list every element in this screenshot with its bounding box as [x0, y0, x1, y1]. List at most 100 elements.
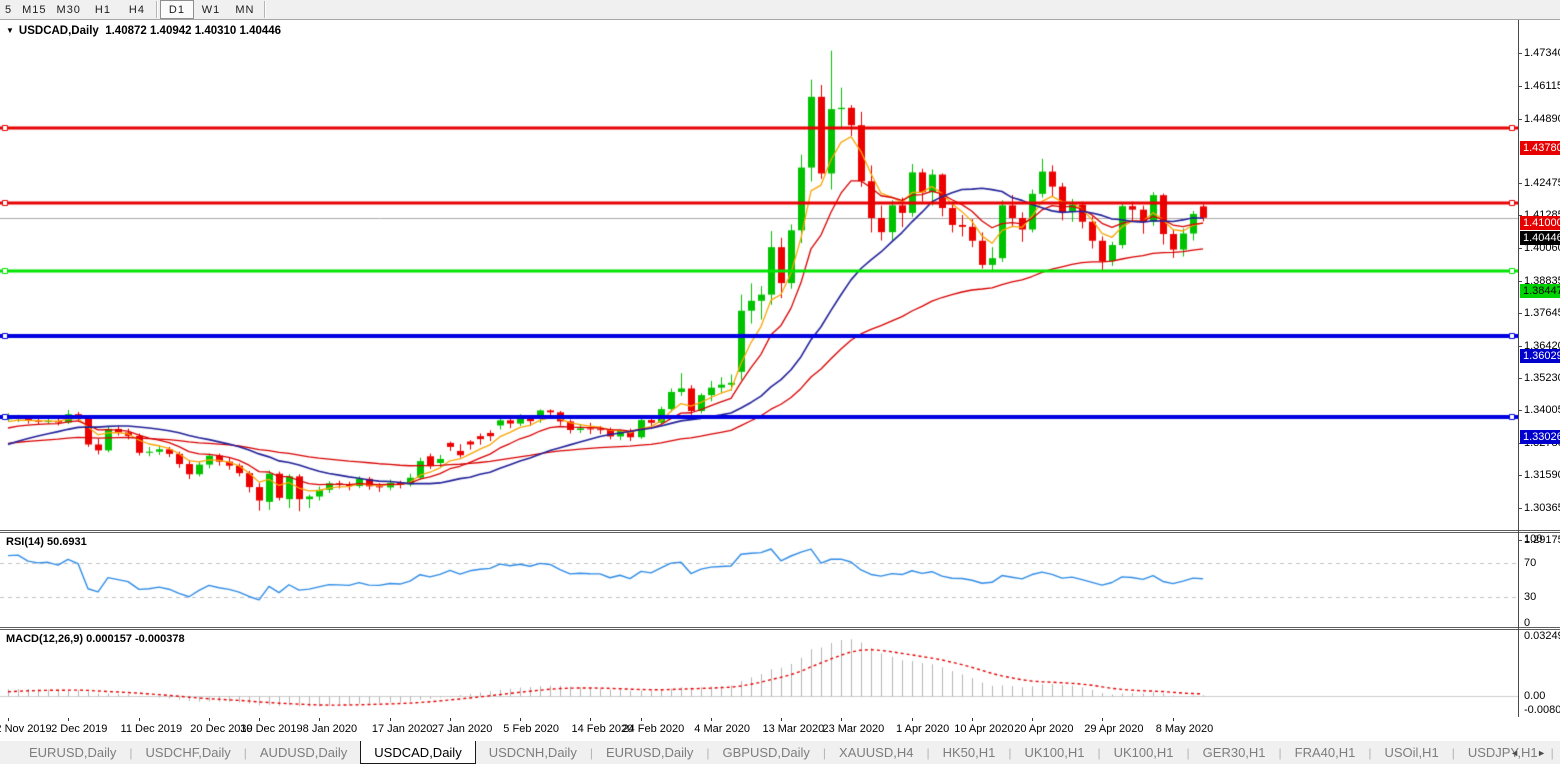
price-tick [1518, 540, 1522, 541]
date-tick [1173, 718, 1174, 721]
timeframe-toolbar: 5M15M30H1H4 D1W1MN [0, 0, 1560, 20]
price-tick [1518, 119, 1522, 120]
timeframe-button-m15[interactable]: M15 [17, 0, 51, 19]
date-tick-label: 8 Jan 2020 [303, 723, 357, 735]
timeframe-button-h1[interactable]: H1 [86, 0, 120, 19]
price-tick [1518, 508, 1522, 509]
symbol-tab-usoil-h1[interactable]: USOil,H1 [1372, 741, 1452, 764]
date-tick [590, 718, 591, 721]
timeframe-button-mn[interactable]: MN [228, 0, 262, 19]
symbol-tab-uk100-h1[interactable]: UK100,H1 [1011, 741, 1097, 764]
macd-canvas[interactable] [0, 630, 1518, 717]
price-tick [1518, 86, 1522, 87]
date-tick-label: 22 Nov 2019 [0, 723, 52, 735]
date-tick [319, 718, 320, 721]
macd-scale-label: -0.008086 [1524, 704, 1560, 716]
chart-ohlc-values: 1.40872 1.40942 1.40310 1.40446 [105, 25, 281, 37]
price-level-badge: 1.38447 [1520, 284, 1560, 298]
date-tick [841, 718, 842, 721]
symbol-tab-usdcnh-daily[interactable]: USDCNH,Daily [476, 741, 590, 764]
price-level-badge: 1.43780 [1520, 141, 1560, 155]
rsi-canvas[interactable] [0, 533, 1518, 627]
symbol-tab-uk100-h1[interactable]: UK100,H1 [1101, 741, 1187, 764]
symbol-tab-ger30-h1[interactable]: GER30,H1 [1190, 741, 1279, 764]
macd-label: MACD(12,26,9) 0.000157 -0.000378 [6, 633, 185, 645]
symbol-tab-hk50-h1[interactable]: HK50,H1 [930, 741, 1009, 764]
macd-pane: MACD(12,26,9) 0.000157 -0.000378 0.03249… [0, 630, 1518, 717]
date-tick [390, 718, 391, 721]
date-tick-label: 10 Apr 2020 [954, 723, 1013, 735]
date-tick-label: 11 Dec 2019 [121, 723, 183, 735]
date-tick [209, 718, 210, 721]
date-tick [1102, 718, 1103, 721]
date-tick [781, 718, 782, 721]
date-tick [68, 718, 69, 721]
symbol-tab-eurusd-daily[interactable]: EURUSD,Daily [16, 741, 129, 764]
price-tick [1518, 410, 1522, 411]
date-tick-label: 1 Apr 2020 [896, 723, 949, 735]
symbol-tab-usdchf-daily[interactable]: USDCHF,Daily [133, 741, 244, 764]
date-tick-label: 20 Apr 2020 [1014, 723, 1073, 735]
price-level-badge: 1.40446 [1520, 231, 1560, 245]
price-axis-border [1518, 20, 1519, 717]
date-tick-label: 17 Jan 2020 [372, 723, 433, 735]
price-level-badge: 1.41000 [1520, 216, 1560, 230]
date-tick-label: 24 Feb 2020 [622, 723, 684, 735]
price-tick [1518, 313, 1522, 314]
symbol-tab-audusd-daily[interactable]: AUDUSD,Daily [247, 741, 360, 764]
tab-scroll-left-icon[interactable]: ◄ [1510, 748, 1519, 758]
rsi-label: RSI(14) 50.6931 [6, 536, 87, 548]
toolbar-separator [264, 1, 266, 18]
symbol-tab-eurusd-daily[interactable]: EURUSD,Daily [593, 741, 706, 764]
toolbar-separator [156, 1, 158, 18]
symbol-tab-gbpusd-daily[interactable]: GBPUSD,Daily [709, 741, 822, 764]
date-tick [259, 718, 260, 721]
price-tick-label: 1.30365 [1524, 502, 1560, 514]
date-tick [520, 718, 521, 721]
date-tick-label: 4 Mar 2020 [694, 723, 750, 735]
timeframe-button-d1[interactable]: D1 [160, 0, 194, 19]
symbol-tab-fra40-h1[interactable]: FRA40,H1 [1282, 741, 1369, 764]
rsi-scale-label: 30 [1524, 591, 1536, 603]
price-tick [1518, 183, 1522, 184]
date-tick [8, 718, 9, 721]
timeframe-button-m30[interactable]: M30 [52, 0, 86, 19]
symbol-tab-usdcad-daily[interactable]: USDCAD,Daily [360, 741, 475, 764]
price-tick [1518, 346, 1522, 347]
symbol-tab-xauusd-h4[interactable]: XAUUSD,H4 [826, 741, 926, 764]
date-axis[interactable]: 22 Nov 20192 Dec 201911 Dec 201920 Dec 2… [0, 718, 1560, 740]
date-tick-label: 8 May 2020 [1156, 723, 1213, 735]
date-tick [139, 718, 140, 721]
symbol-tab-dj30-h1[interactable]: DJ30,H1 [1554, 741, 1560, 764]
price-tick-label: 1.35230 [1524, 372, 1560, 384]
price-tick-label: 1.44890 [1524, 113, 1560, 125]
price-tick-label: 1.34005 [1524, 404, 1560, 416]
price-level-badge: 1.36029 [1520, 349, 1560, 363]
timeframe-button-h4[interactable]: H4 [120, 0, 154, 19]
price-tick [1518, 53, 1522, 54]
price-tick [1518, 475, 1522, 476]
macd-scale-label: 0.032493 [1524, 630, 1560, 642]
price-tick [1518, 378, 1522, 379]
price-tick-label: 1.42475 [1524, 177, 1560, 189]
date-tick-label: 30 Dec 2019 [240, 723, 302, 735]
symbol-tab-bar: EURUSD,Daily|USDCHF,Daily|AUDUSD,DailyUS… [0, 740, 1560, 764]
price-chart-canvas[interactable] [0, 20, 1518, 530]
symbol-dropdown-arrow[interactable]: ▼ [6, 26, 14, 35]
date-tick-label: 27 Jan 2020 [432, 723, 493, 735]
chart-title: ▼USDCAD,Daily 1.40872 1.40942 1.40310 1.… [6, 25, 281, 37]
price-tick-label: 1.37645 [1524, 307, 1560, 319]
rsi-pane: RSI(14) 50.6931 10070300 [0, 533, 1518, 627]
date-tick-label: 2 Dec 2019 [51, 723, 107, 735]
timeframe-button-w1[interactable]: W1 [194, 0, 228, 19]
date-tick [912, 718, 913, 721]
date-tick-label: 23 Mar 2020 [822, 723, 884, 735]
macd-scale-label: 0.00 [1524, 690, 1545, 702]
chart-window: ▼USDCAD,Daily 1.40872 1.40942 1.40310 1.… [0, 20, 1560, 740]
price-tick-label: 1.46115 [1524, 80, 1560, 92]
timeframe-button-5[interactable]: 5 [0, 0, 17, 19]
rsi-scale-label: 70 [1524, 557, 1536, 569]
date-tick [1032, 718, 1033, 721]
price-tick-label: 1.29175 [1524, 534, 1560, 546]
tab-scroll-right-icon[interactable]: ► [1537, 748, 1546, 758]
